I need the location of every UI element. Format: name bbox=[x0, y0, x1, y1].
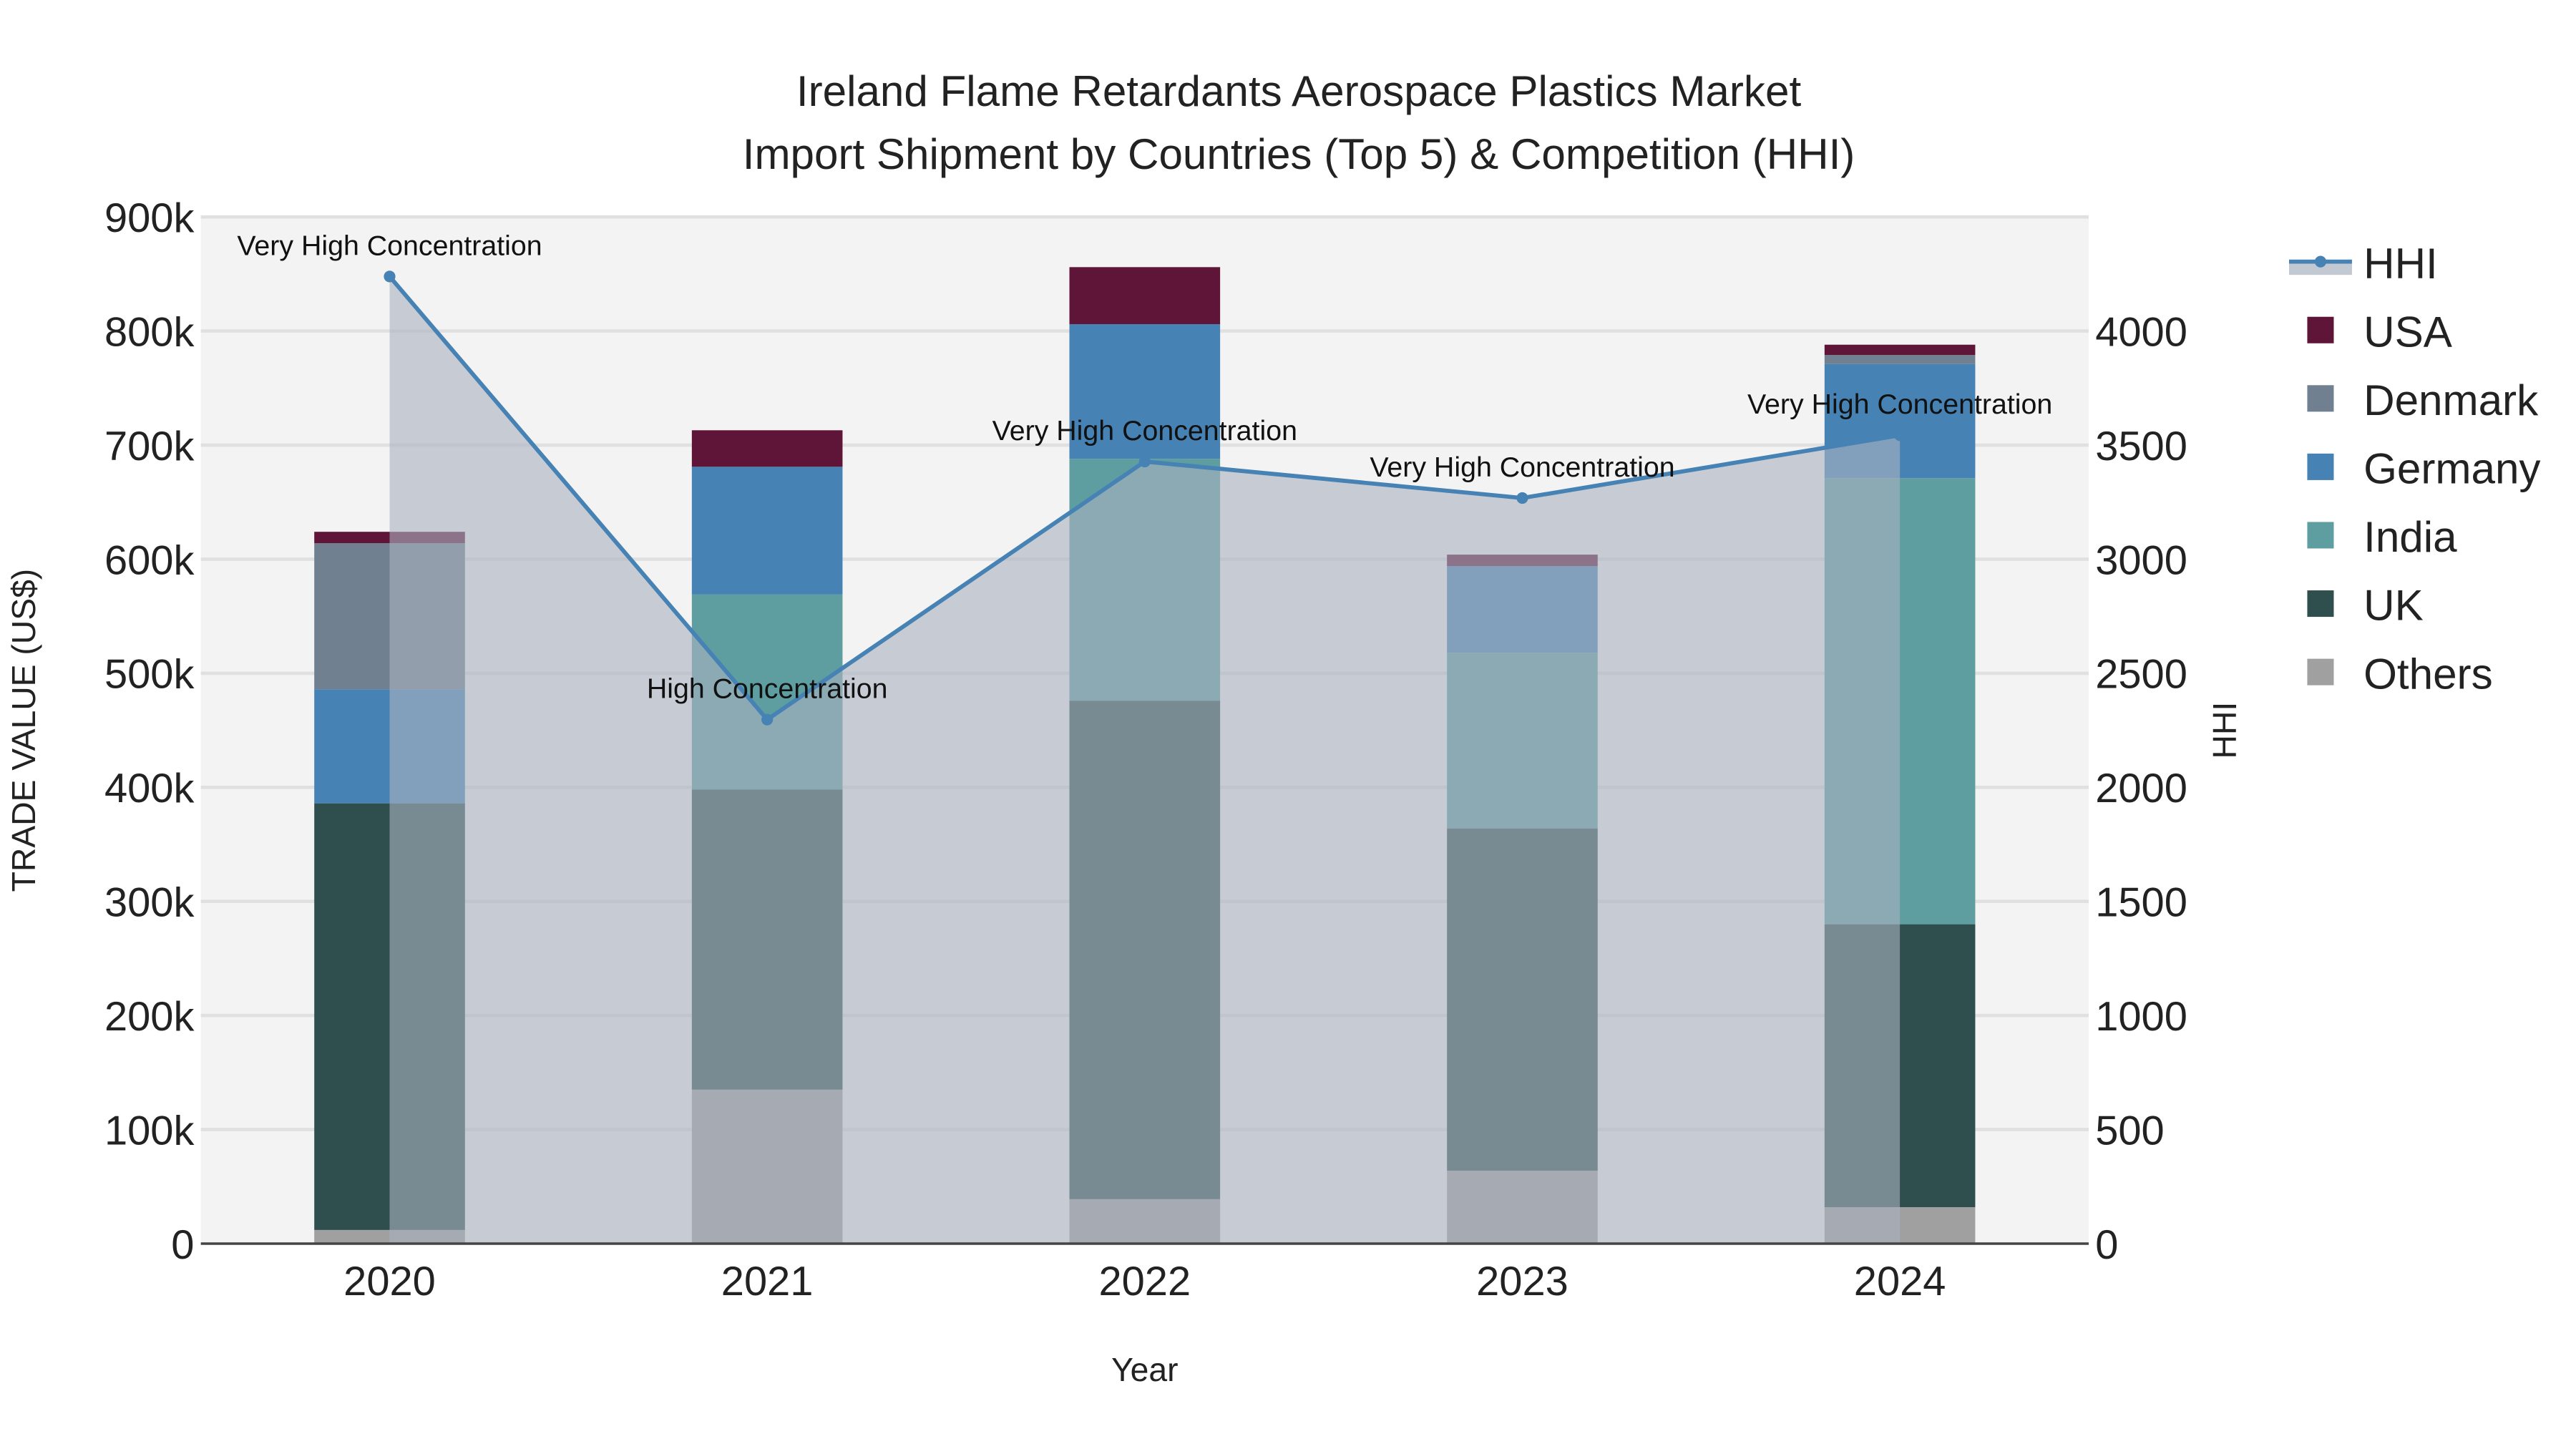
y2-tick-label: 1500 bbox=[2095, 880, 2187, 926]
y-axis-title: TRADE VALUE (US$) bbox=[5, 569, 42, 892]
legend: HHI USA Denmark Germany India UK Others bbox=[2288, 240, 2541, 698]
y2-tick-label: 3500 bbox=[2095, 424, 2187, 469]
y-tick-label: 300k bbox=[104, 880, 195, 926]
y-tick-label: 800k bbox=[104, 309, 195, 355]
y-tick-label: 500k bbox=[104, 652, 195, 698]
bar-usa-2022 bbox=[1069, 267, 1221, 325]
legend-swatch-india bbox=[2307, 522, 2334, 549]
legend-swatch-uk bbox=[2307, 590, 2334, 618]
legend-swatch-denmark bbox=[2307, 385, 2334, 412]
legend-swatch-others bbox=[2307, 658, 2334, 686]
y-tick-label: 400k bbox=[104, 766, 195, 811]
hhi-annotation-2021: High Concentration bbox=[647, 673, 888, 705]
y-tick-label: 0 bbox=[171, 1222, 194, 1268]
legend-label-usa[interactable]: USA bbox=[2363, 308, 2452, 356]
legend-swatch-germany bbox=[2307, 453, 2334, 480]
chart: Very High Concentration High Concentratio… bbox=[5, 67, 2541, 1388]
y2-tick-label: 0 bbox=[2095, 1222, 2118, 1268]
bar-usa-2021 bbox=[691, 430, 843, 467]
bar-germany-2021 bbox=[691, 467, 843, 595]
chart-title-line2: Import Shipment by Countries (Top 5) & C… bbox=[743, 130, 1855, 178]
hhi-point-2021 bbox=[761, 713, 774, 726]
hhi-annotation-2023: Very High Concentration bbox=[1370, 452, 1674, 483]
y-tick-label: 900k bbox=[104, 195, 195, 241]
x-tick-label: 2023 bbox=[1476, 1259, 1568, 1304]
x-tick-label: 2024 bbox=[1854, 1259, 1946, 1304]
legend-hhi-marker bbox=[2314, 255, 2327, 268]
y2-tick-label: 1000 bbox=[2095, 994, 2187, 1040]
x-tick-label: 2021 bbox=[721, 1259, 814, 1304]
hhi-point-2024 bbox=[1894, 429, 1906, 441]
hhi-point-2020 bbox=[384, 270, 396, 283]
chart-title-line1: Ireland Flame Retardants Aerospace Plast… bbox=[796, 67, 1802, 115]
legend-label-hhi[interactable]: HHI bbox=[2363, 240, 2438, 288]
hhi-point-2023 bbox=[1516, 492, 1528, 504]
y2-tick-label: 2000 bbox=[2095, 766, 2187, 811]
hhi-annotation-2024: Very High Concentration bbox=[1747, 389, 2052, 420]
legend-label-india[interactable]: India bbox=[2363, 513, 2457, 561]
hhi-annotation-2022: Very High Concentration bbox=[992, 415, 1297, 447]
x-axis-title: Year bbox=[1111, 1351, 1178, 1388]
y-tick-label: 100k bbox=[104, 1108, 195, 1153]
y2-tick-label: 2500 bbox=[2095, 652, 2187, 698]
y2-tick-label: 500 bbox=[2095, 1108, 2165, 1153]
y2-tick-label: 4000 bbox=[2095, 309, 2187, 355]
y-tick-label: 600k bbox=[104, 537, 195, 583]
y-tick-label: 700k bbox=[104, 424, 195, 469]
bar-denmark-2024 bbox=[1824, 355, 1976, 364]
legend-swatch-usa bbox=[2307, 316, 2334, 343]
legend-label-denmark[interactable]: Denmark bbox=[2363, 376, 2539, 424]
hhi-annotation-2020: Very High Concentration bbox=[237, 230, 542, 261]
legend-label-others[interactable]: Others bbox=[2363, 650, 2493, 698]
y2-tick-label: 3000 bbox=[2095, 537, 2187, 583]
x-tick-label: 2022 bbox=[1098, 1259, 1191, 1304]
hhi-point-2022 bbox=[1138, 455, 1151, 468]
bar-usa-2024 bbox=[1824, 344, 1976, 356]
y2-axis-title: HHI bbox=[2206, 702, 2243, 759]
legend-label-germany[interactable]: Germany bbox=[2363, 445, 2540, 493]
x-tick-label: 2020 bbox=[343, 1259, 436, 1304]
y-tick-label: 200k bbox=[104, 994, 195, 1040]
legend-label-uk[interactable]: UK bbox=[2363, 582, 2424, 630]
